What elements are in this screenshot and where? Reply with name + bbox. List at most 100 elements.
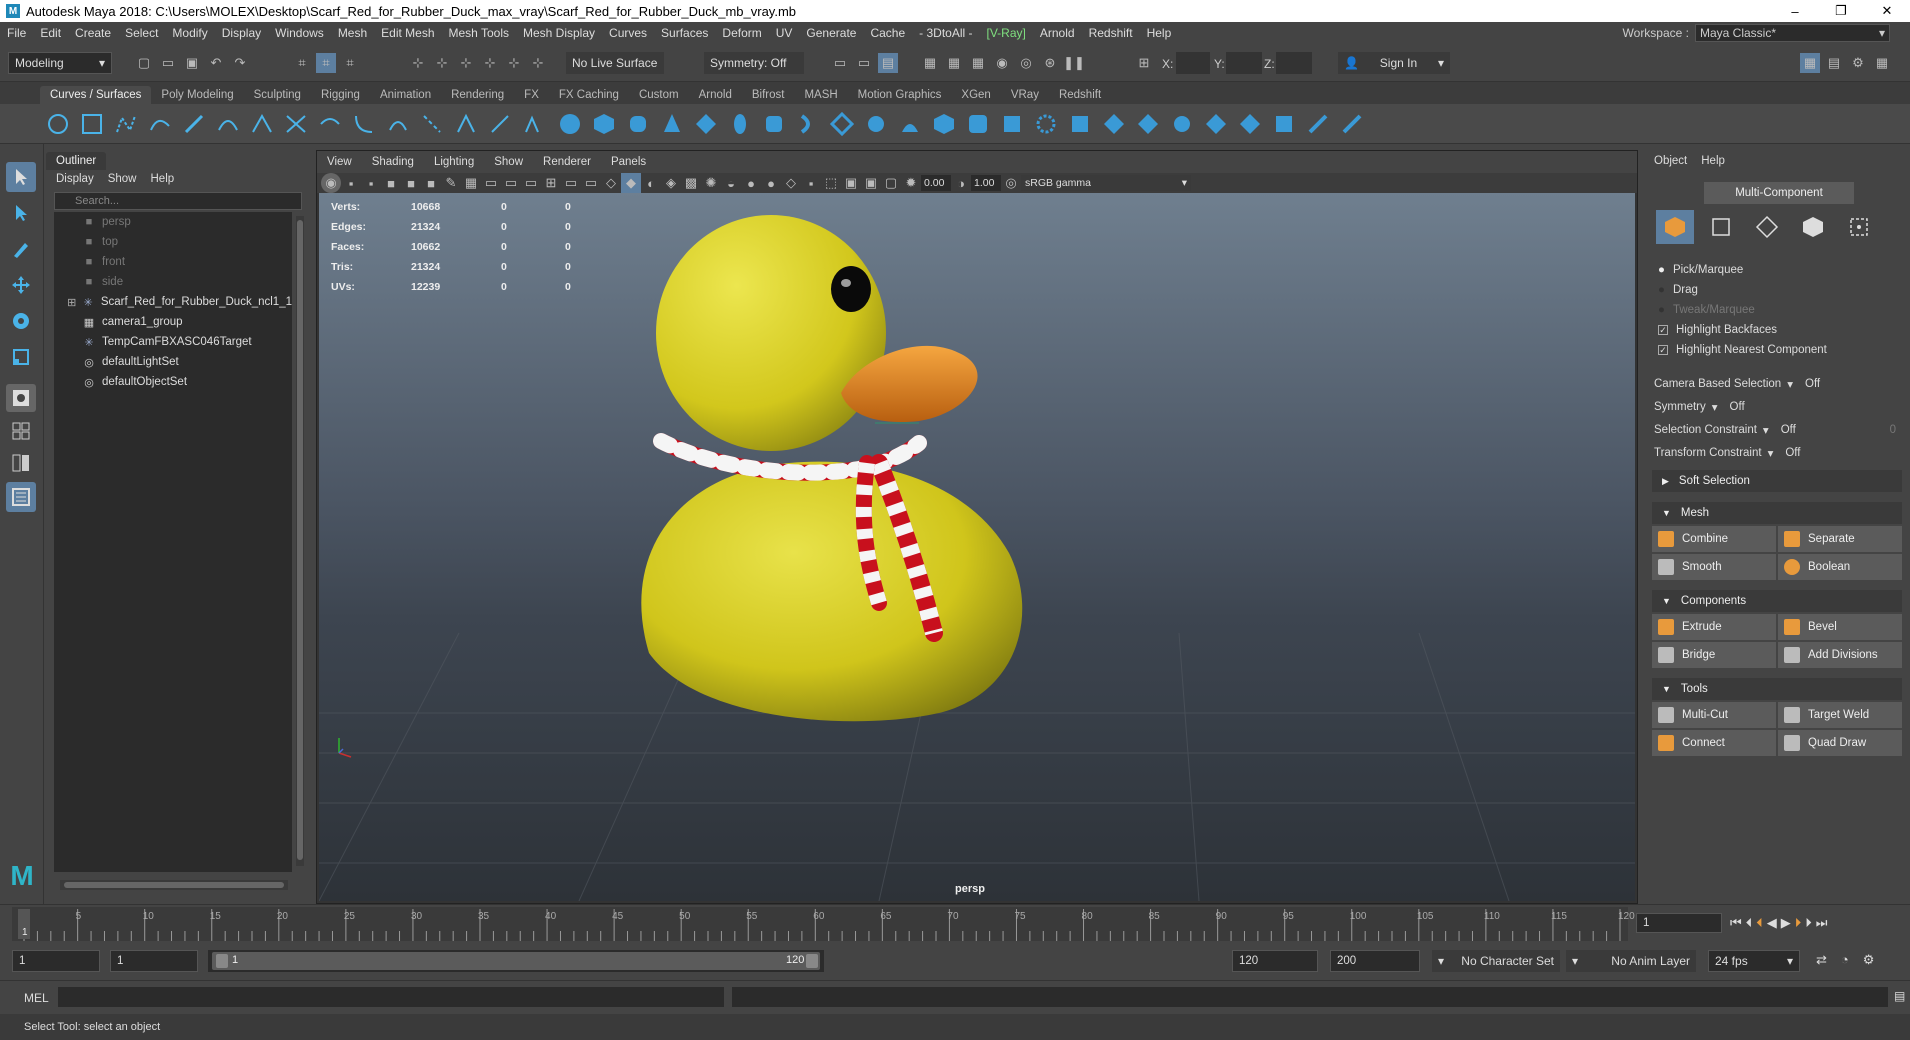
transform-constraint-dropdown[interactable]: Transform Constraint ▾ Off <box>1644 441 1910 464</box>
shelf-tab-custom[interactable]: Custom <box>629 86 689 104</box>
offset-curve-icon[interactable] <box>454 112 478 136</box>
character-set-dropdown[interactable]: ▾ No Character Set <box>1432 950 1560 972</box>
3d-scene[interactable]: Verts: 10668 0 0 Edges: 21324 0 0 Faces: 10662 0… <box>318 193 1635 902</box>
xray-joints-icon[interactable]: ▢ <box>881 173 901 193</box>
single-perspective-layout-icon[interactable] <box>6 384 36 412</box>
outliner-item[interactable]: ✳ TempCamFBXASC046Target <box>54 332 292 352</box>
shelf-tab-fx-caching[interactable]: FX Caching <box>549 86 629 104</box>
menu-display[interactable]: Display <box>215 26 268 40</box>
save-scene-icon[interactable]: ▣ <box>182 53 202 73</box>
attribute-editor-icon[interactable]: ▤ <box>1824 53 1844 73</box>
rebuild-curve-icon[interactable] <box>420 112 444 136</box>
menu-3dtoall[interactable]: - 3DtoAll - <box>912 26 979 40</box>
menu-uv[interactable]: UV <box>769 26 800 40</box>
shelf-tab-motion-graphics[interactable]: Motion Graphics <box>848 86 952 104</box>
nurbs-cylinder-icon[interactable] <box>626 112 650 136</box>
smooth-shade-icon[interactable]: ◆ <box>621 173 641 193</box>
isolate-camera-icon[interactable]: ■ <box>401 173 421 193</box>
loop-icon[interactable]: ⇄ <box>1816 952 1827 968</box>
menu-curves[interactable]: Curves <box>602 26 654 40</box>
bevel-plus-icon[interactable] <box>932 112 956 136</box>
shelf-tab-xgen[interactable]: XGen <box>951 86 1000 104</box>
exposure-field[interactable]: 0.00 <box>921 175 951 191</box>
nurbs-sphere-icon[interactable] <box>558 112 582 136</box>
outliner-item[interactable]: ◎ defaultLightSet <box>54 352 292 372</box>
camera-based-selection-dropdown[interactable]: Camera Based Selection ▾ Off <box>1644 372 1910 395</box>
playback-start-field[interactable]: 1 <box>110 950 198 972</box>
detach-curves-icon[interactable] <box>386 112 410 136</box>
viewport-menu-panels[interactable]: Panels <box>601 156 656 168</box>
color-management-icon[interactable]: ◎ <box>1001 173 1021 193</box>
menu-deform[interactable]: Deform <box>715 26 768 40</box>
square-surface-icon[interactable] <box>1000 112 1024 136</box>
object-mode-icon[interactable] <box>1656 210 1694 244</box>
field-chart-icon[interactable]: ⊞ <box>541 173 561 193</box>
connect-button[interactable]: Connect <box>1652 730 1776 756</box>
wireframe-icon[interactable]: ◇ <box>601 173 621 193</box>
menu-cache[interactable]: Cache <box>863 26 912 40</box>
xray-active-icon[interactable]: ▣ <box>861 173 881 193</box>
tools-section[interactable]: ▼ Tools <box>1652 678 1902 700</box>
go-to-start-icon[interactable]: ⏮ <box>1730 915 1742 931</box>
view-transform-dropdown[interactable]: sRGB gamma ▾ <box>1021 175 1191 191</box>
viewport-menu-view[interactable]: View <box>317 156 362 168</box>
menu-edit[interactable]: Edit <box>33 26 68 40</box>
camera-icon[interactable]: ■ <box>381 173 401 193</box>
ep-curve-icon[interactable] <box>148 112 172 136</box>
cv-curve-icon[interactable] <box>114 112 138 136</box>
range-end-handle[interactable] <box>806 954 818 968</box>
edge-mode-icon[interactable] <box>1702 210 1740 244</box>
pencil-curve-icon[interactable] <box>182 112 206 136</box>
shelf-tab-bifrost[interactable]: Bifrost <box>742 86 795 104</box>
shelf-tab-rendering[interactable]: Rendering <box>441 86 514 104</box>
current-frame-field[interactable]: 1 <box>1636 913 1722 933</box>
render-setup-icon[interactable]: ⊛ <box>1040 53 1060 73</box>
bezier-curve-icon[interactable] <box>250 112 274 136</box>
animation-start-field[interactable]: 1 <box>12 950 100 972</box>
shadows-icon[interactable]: ◒ <box>721 173 741 193</box>
outliner-item[interactable]: ■ front <box>54 252 292 272</box>
textured-icon[interactable]: ▩ <box>681 173 701 193</box>
outliner-search-input[interactable]: Search... <box>54 192 302 210</box>
bookmark-icon[interactable]: ▪ <box>341 173 361 193</box>
cut-curve-icon[interactable] <box>318 112 342 136</box>
animation-end-field[interactable]: 200 <box>1330 950 1420 972</box>
duck-body[interactable] <box>641 461 1023 722</box>
go-to-end-icon[interactable]: ⏭ <box>1816 915 1828 931</box>
workspace-dropdown[interactable]: Maya Classic* ▾ <box>1695 24 1890 42</box>
outliner-menu-display[interactable]: Display <box>56 173 94 185</box>
step-forward-frame-icon[interactable]: ⏵ <box>1795 915 1802 931</box>
undo-icon[interactable]: ↶ <box>206 53 226 73</box>
2d-pan-zoom-icon[interactable]: ■ <box>421 173 441 193</box>
add-divisions-button[interactable]: Add Divisions <box>1778 642 1902 668</box>
absolute-transform-icon[interactable]: ⊞ <box>1134 53 1154 73</box>
select-by-component-icon[interactable]: ⌗ <box>340 53 360 73</box>
menu-mesh[interactable]: Mesh <box>331 26 374 40</box>
viewport-menu-renderer[interactable]: Renderer <box>533 156 601 168</box>
gamma-icon[interactable]: ◑ <box>951 173 971 193</box>
grid-toggle-icon[interactable]: ▦ <box>461 173 481 193</box>
shelf-tab-rigging[interactable]: Rigging <box>311 86 370 104</box>
multi-cut-button[interactable]: Multi-Cut <box>1652 702 1776 728</box>
step-back-frame-icon[interactable]: ⏴ <box>1756 915 1763 931</box>
shelf-tab-fx[interactable]: FX <box>514 86 549 104</box>
shelf-tab-animation[interactable]: Animation <box>370 86 441 104</box>
snap-projected-icon[interactable]: ⊹ <box>480 53 500 73</box>
safe-title-icon[interactable]: ▭ <box>581 173 601 193</box>
boundary-icon[interactable] <box>966 112 990 136</box>
multi-component-button[interactable]: Multi-Component <box>1704 182 1854 204</box>
birail-icon[interactable] <box>898 112 922 136</box>
quad-draw-button[interactable]: Quad Draw <box>1778 730 1902 756</box>
mel-label[interactable]: MEL <box>24 991 49 1005</box>
attach-curves-icon[interactable] <box>352 112 376 136</box>
outliner-item[interactable]: ■ top <box>54 232 292 252</box>
menu-arnold[interactable]: Arnold <box>1033 26 1082 40</box>
anti-aliasing-icon[interactable]: ◇ <box>781 173 801 193</box>
snap-curve-icon[interactable]: ⊹ <box>432 53 452 73</box>
loft-icon[interactable] <box>796 112 820 136</box>
tool-settings-icon[interactable]: ⚙ <box>1848 53 1868 73</box>
nurbs-cone-icon[interactable] <box>660 112 684 136</box>
fps-dropdown[interactable]: 24 fps ▾ <box>1708 950 1800 972</box>
snap-grid-icon[interactable]: ⊹ <box>408 53 428 73</box>
hypershade-icon[interactable]: ◎ <box>1016 53 1036 73</box>
